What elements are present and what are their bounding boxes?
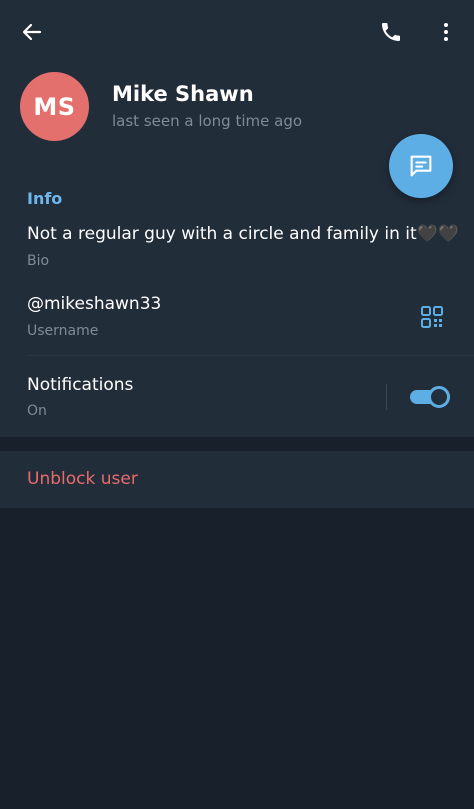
username-text[interactable]: @mikeshawn33 [27, 294, 161, 314]
phone-icon [382, 23, 400, 41]
message-icon [410, 155, 432, 177]
notifications-toggle[interactable] [410, 386, 450, 408]
avatar[interactable]: MS [20, 72, 89, 141]
call-button[interactable] [371, 12, 411, 52]
toggle-separator [386, 384, 387, 410]
row-divider [27, 355, 474, 356]
unblock-user-button[interactable]: Unblock user [27, 469, 138, 489]
info-section-title: Info [27, 189, 63, 208]
bio-label: Bio [27, 253, 50, 269]
profile-screen: MS Mike Shawn last seen a long time ago … [0, 0, 474, 809]
avatar-initials: MS [33, 92, 76, 121]
qr-code-icon [421, 306, 443, 328]
bio-text: Not a regular guy with a circle and fami… [27, 224, 460, 244]
more-vertical-icon [444, 23, 448, 41]
arrow-left-icon [22, 23, 42, 41]
username-label: Username [27, 323, 99, 339]
back-button[interactable] [12, 12, 52, 52]
info-section: Info Not a regular guy with a circle and… [0, 165, 474, 437]
send-message-button[interactable] [389, 134, 453, 198]
notifications-title[interactable]: Notifications [27, 375, 133, 395]
actions-section: Unblock user [0, 451, 474, 508]
toggle-knob [428, 386, 450, 408]
last-seen-status: last seen a long time ago [112, 112, 303, 130]
notifications-status: On [27, 403, 47, 419]
more-options-button[interactable] [426, 12, 466, 52]
qr-code-button[interactable] [416, 301, 448, 333]
contact-name: Mike Shawn [112, 82, 254, 106]
